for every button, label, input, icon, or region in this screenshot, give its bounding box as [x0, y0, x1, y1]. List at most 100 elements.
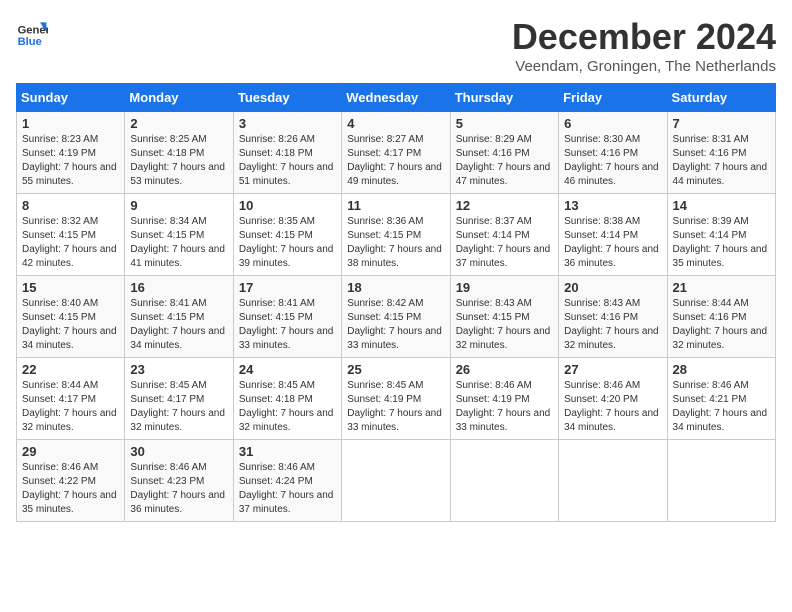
calendar-cell: 30 Sunrise: 8:46 AMSunset: 4:23 PMDayligh…	[125, 440, 233, 522]
day-info: Sunrise: 8:46 AMSunset: 4:23 PMDaylight:…	[130, 462, 225, 515]
day-number: 15	[22, 280, 119, 295]
calendar-cell	[559, 440, 667, 522]
day-number: 17	[239, 280, 336, 295]
calendar-cell: 26Sunrise: 8:46 AMSunset: 4:19 PMDayligh…	[450, 358, 558, 440]
calendar-cell: 13 Sunrise: 8:38 AMSunset: 4:14 PMDayligh…	[559, 194, 667, 276]
calendar-header-row: SundayMondayTuesdayWednesdayThursdayFrid…	[17, 84, 776, 112]
day-info: Sunrise: 8:43 AMSunset: 4:15 PMDaylight:…	[456, 298, 551, 351]
day-number: 20	[564, 280, 661, 295]
calendar-cell: 29 Sunrise: 8:46 AMSunset: 4:22 PMDayligh…	[17, 440, 125, 522]
day-info: Sunrise: 8:23 AMSunset: 4:19 PMDaylight:…	[22, 134, 117, 187]
day-info: Sunrise: 8:45 AMSunset: 4:17 PMDaylight:…	[130, 380, 225, 433]
day-number: 18	[347, 280, 444, 295]
calendar-cell: 23Sunrise: 8:45 AMSunset: 4:17 PMDayligh…	[125, 358, 233, 440]
day-header-tuesday: Tuesday	[233, 84, 341, 112]
day-number: 19	[456, 280, 553, 295]
day-info: Sunrise: 8:38 AMSunset: 4:14 PMDaylight:…	[564, 216, 659, 269]
calendar-cell: 7Sunrise: 8:31 AMSunset: 4:16 PMDaylight…	[667, 112, 775, 194]
calendar-cell	[342, 440, 450, 522]
day-number: 28	[673, 362, 770, 377]
calendar-cell: 12Sunrise: 8:37 AMSunset: 4:14 PMDayligh…	[450, 194, 558, 276]
day-number: 22	[22, 362, 119, 377]
day-info: Sunrise: 8:46 AMSunset: 4:21 PMDaylight:…	[673, 380, 768, 433]
calendar-cell: 2Sunrise: 8:25 AMSunset: 4:18 PMDaylight…	[125, 112, 233, 194]
day-number: 5	[456, 116, 553, 131]
calendar-cell: 8 Sunrise: 8:32 AMSunset: 4:15 PMDaylight…	[17, 194, 125, 276]
calendar-cell: 6Sunrise: 8:30 AMSunset: 4:16 PMDaylight…	[559, 112, 667, 194]
day-number: 27	[564, 362, 661, 377]
day-info: Sunrise: 8:46 AMSunset: 4:22 PMDaylight:…	[22, 462, 117, 515]
day-number: 12	[456, 198, 553, 213]
day-info: Sunrise: 8:46 AMSunset: 4:20 PMDaylight:…	[564, 380, 659, 433]
day-info: Sunrise: 8:39 AMSunset: 4:14 PMDaylight:…	[673, 216, 768, 269]
calendar-cell: 1 Sunrise: 8:23 AMSunset: 4:19 PMDaylight…	[17, 112, 125, 194]
day-number: 8	[22, 198, 119, 213]
day-number: 24	[239, 362, 336, 377]
calendar-cell	[450, 440, 558, 522]
calendar-cell: 19 Sunrise: 8:43 AMSunset: 4:15 PMDayligh…	[450, 276, 558, 358]
day-header-saturday: Saturday	[667, 84, 775, 112]
calendar-cell: 16 Sunrise: 8:41 AMSunset: 4:15 PMDayligh…	[125, 276, 233, 358]
day-info: Sunrise: 8:46 AMSunset: 4:24 PMDaylight:…	[239, 462, 334, 515]
day-number: 3	[239, 116, 336, 131]
day-info: Sunrise: 8:35 AMSunset: 4:15 PMDaylight:…	[239, 216, 334, 269]
day-info: Sunrise: 8:44 AMSunset: 4:16 PMDaylight:…	[673, 298, 768, 351]
day-info: Sunrise: 8:40 AMSunset: 4:15 PMDaylight:…	[22, 298, 117, 351]
day-info: Sunrise: 8:44 AMSunset: 4:17 PMDaylight:…	[22, 380, 117, 433]
calendar-cell: 11Sunrise: 8:36 AMSunset: 4:15 PMDayligh…	[342, 194, 450, 276]
day-number: 21	[673, 280, 770, 295]
day-info: Sunrise: 8:42 AMSunset: 4:15 PMDaylight:…	[347, 298, 442, 351]
svg-text:Blue: Blue	[18, 36, 42, 48]
day-number: 31	[239, 444, 336, 459]
calendar-cell: 10Sunrise: 8:35 AMSunset: 4:15 PMDayligh…	[233, 194, 341, 276]
calendar-cell: 24Sunrise: 8:45 AMSunset: 4:18 PMDayligh…	[233, 358, 341, 440]
calendar-cell: 15 Sunrise: 8:40 AMSunset: 4:15 PMDayligh…	[17, 276, 125, 358]
day-info: Sunrise: 8:36 AMSunset: 4:15 PMDaylight:…	[347, 216, 442, 269]
calendar-week-row: 8 Sunrise: 8:32 AMSunset: 4:15 PMDaylight…	[17, 194, 776, 276]
day-number: 30	[130, 444, 227, 459]
calendar-cell: 3 Sunrise: 8:26 AMSunset: 4:18 PMDaylight…	[233, 112, 341, 194]
day-info: Sunrise: 8:26 AMSunset: 4:18 PMDaylight:…	[239, 134, 334, 187]
logo-icon: General Blue	[16, 16, 48, 48]
day-header-friday: Friday	[559, 84, 667, 112]
day-number: 25	[347, 362, 444, 377]
day-number: 2	[130, 116, 227, 131]
calendar-cell: 4 Sunrise: 8:27 AMSunset: 4:17 PMDaylight…	[342, 112, 450, 194]
calendar-cell: 22 Sunrise: 8:44 AMSunset: 4:17 PMDayligh…	[17, 358, 125, 440]
calendar-cell: 25 Sunrise: 8:45 AMSunset: 4:19 PMDayligh…	[342, 358, 450, 440]
calendar-cell: 27 Sunrise: 8:46 AMSunset: 4:20 PMDayligh…	[559, 358, 667, 440]
day-info: Sunrise: 8:31 AMSunset: 4:16 PMDaylight:…	[673, 134, 768, 187]
calendar-cell: 20 Sunrise: 8:43 AMSunset: 4:16 PMDayligh…	[559, 276, 667, 358]
calendar-week-row: 29 Sunrise: 8:46 AMSunset: 4:22 PMDayligh…	[17, 440, 776, 522]
day-info: Sunrise: 8:41 AMSunset: 4:15 PMDaylight:…	[130, 298, 225, 351]
day-header-sunday: Sunday	[17, 84, 125, 112]
day-header-monday: Monday	[125, 84, 233, 112]
day-info: Sunrise: 8:41 AMSunset: 4:15 PMDaylight:…	[239, 298, 334, 351]
logo: General Blue	[16, 16, 48, 48]
day-info: Sunrise: 8:30 AMSunset: 4:16 PMDaylight:…	[564, 134, 659, 187]
day-info: Sunrise: 8:29 AMSunset: 4:16 PMDaylight:…	[456, 134, 551, 187]
calendar-week-row: 1 Sunrise: 8:23 AMSunset: 4:19 PMDaylight…	[17, 112, 776, 194]
day-number: 13	[564, 198, 661, 213]
day-info: Sunrise: 8:45 AMSunset: 4:19 PMDaylight:…	[347, 380, 442, 433]
day-number: 9	[130, 198, 227, 213]
calendar-week-row: 15 Sunrise: 8:40 AMSunset: 4:15 PMDayligh…	[17, 276, 776, 358]
page-header: General Blue December 2024 Veendam, Gron…	[16, 16, 776, 75]
day-number: 1	[22, 116, 119, 131]
day-info: Sunrise: 8:34 AMSunset: 4:15 PMDaylight:…	[130, 216, 225, 269]
calendar-week-row: 22 Sunrise: 8:44 AMSunset: 4:17 PMDayligh…	[17, 358, 776, 440]
calendar-cell	[667, 440, 775, 522]
day-info: Sunrise: 8:32 AMSunset: 4:15 PMDaylight:…	[22, 216, 117, 269]
calendar-cell: 31 Sunrise: 8:46 AMSunset: 4:24 PMDayligh…	[233, 440, 341, 522]
day-info: Sunrise: 8:27 AMSunset: 4:17 PMDaylight:…	[347, 134, 442, 187]
calendar-cell: 21 Sunrise: 8:44 AMSunset: 4:16 PMDayligh…	[667, 276, 775, 358]
calendar-cell: 9 Sunrise: 8:34 AMSunset: 4:15 PMDaylight…	[125, 194, 233, 276]
day-info: Sunrise: 8:43 AMSunset: 4:16 PMDaylight:…	[564, 298, 659, 351]
day-number: 14	[673, 198, 770, 213]
day-number: 29	[22, 444, 119, 459]
calendar-cell: 18 Sunrise: 8:42 AMSunset: 4:15 PMDayligh…	[342, 276, 450, 358]
calendar-cell: 14 Sunrise: 8:39 AMSunset: 4:14 PMDayligh…	[667, 194, 775, 276]
day-number: 4	[347, 116, 444, 131]
day-number: 16	[130, 280, 227, 295]
month-title: December 2024	[512, 16, 776, 58]
